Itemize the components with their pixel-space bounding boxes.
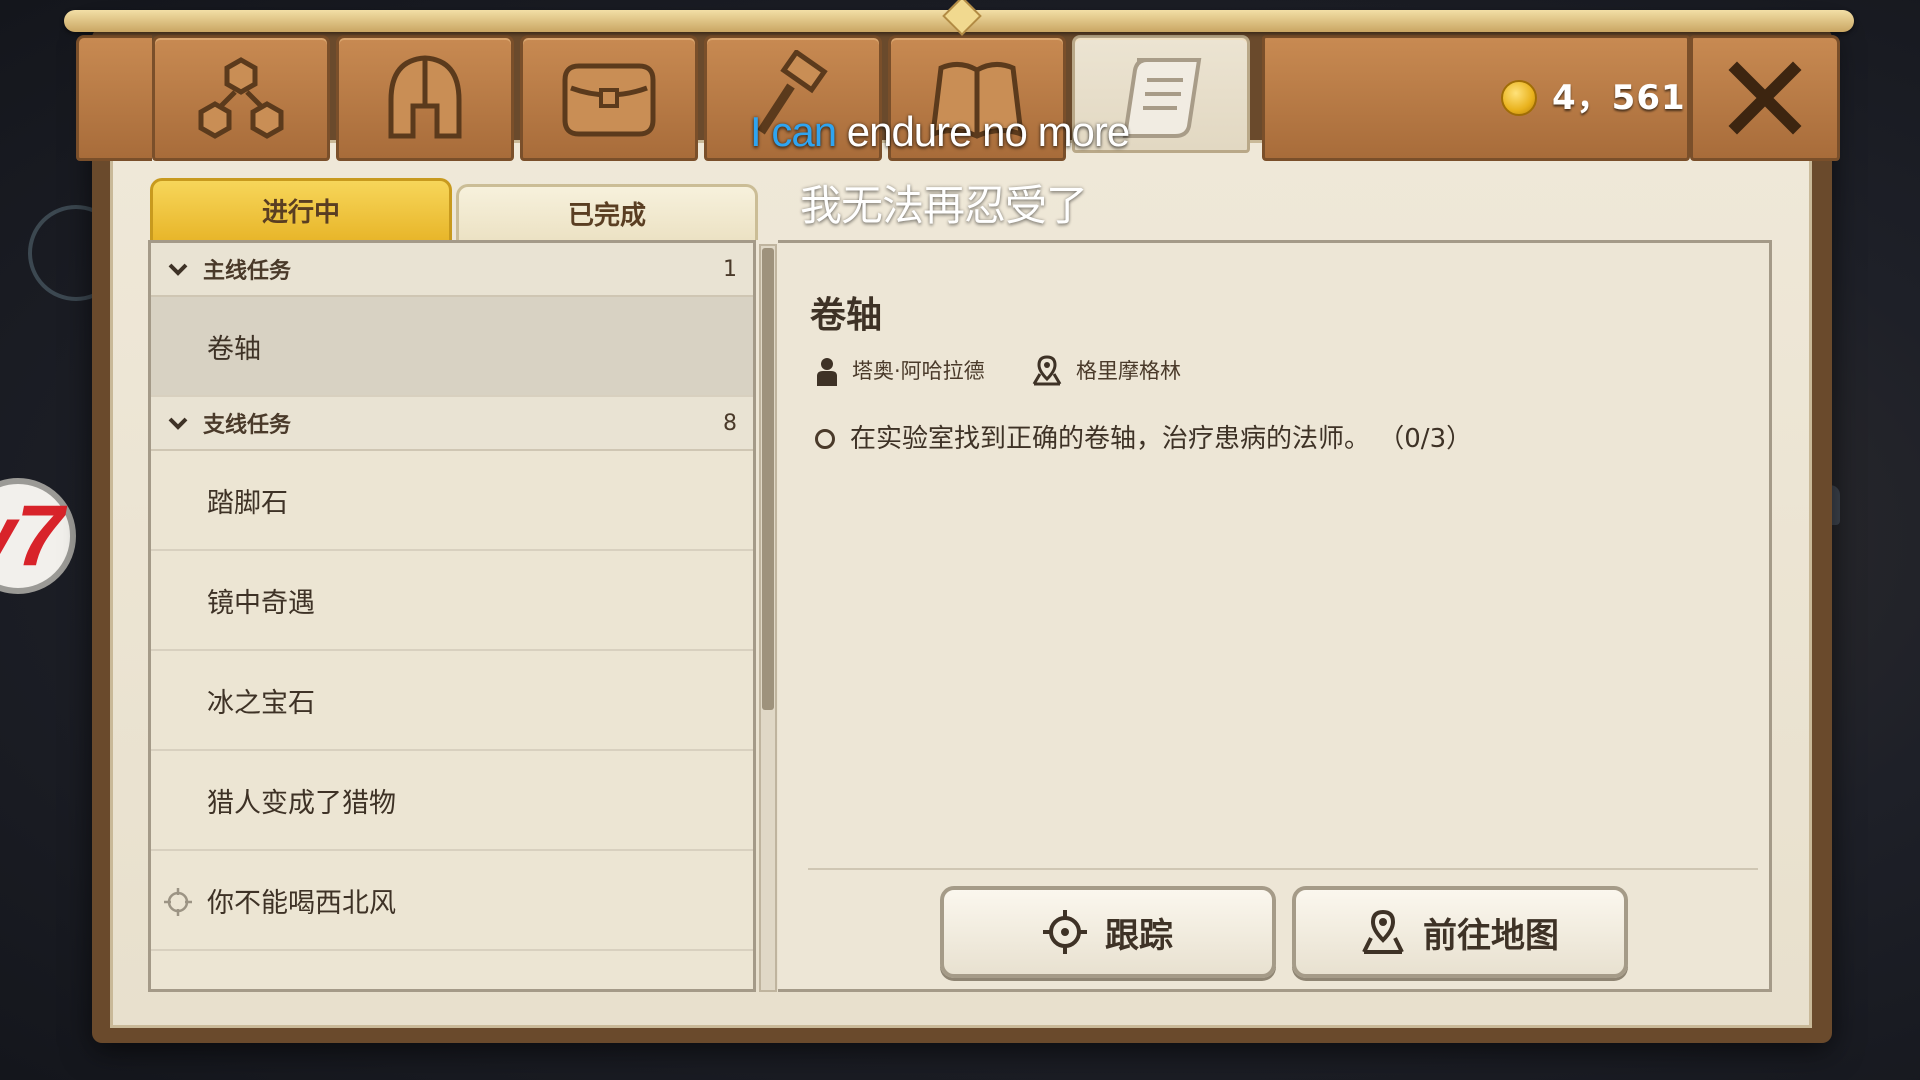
gold-coin-icon [1501, 80, 1537, 116]
quest-item[interactable]: 踏脚石 [151, 451, 753, 551]
tab-bar-left-cap [76, 35, 152, 161]
chevron-down-icon [167, 258, 189, 280]
quest-item[interactable]: 你不能喝西北风 [151, 851, 753, 951]
quest-list: 主线任务 1 卷轴 支线任务 8 踏脚石 镜中奇遇 冰之宝石 猎人变成了猎物 你… [148, 240, 756, 992]
quest-item-label: 踏脚石 [207, 487, 288, 519]
tab-in-progress[interactable]: 进行中 [150, 178, 452, 240]
quest-item-label: 你不能喝西北风 [207, 887, 396, 919]
track-button-label: 跟踪 [1105, 915, 1173, 956]
subtitle-english: I can endure no more [750, 108, 1131, 156]
track-target-icon [164, 888, 192, 916]
npc-person-icon [817, 358, 837, 386]
tab-inventory[interactable] [520, 35, 698, 161]
objective-status-icon [815, 429, 835, 449]
group-count: 1 [723, 256, 737, 282]
go-to-map-label: 前往地图 [1423, 915, 1559, 956]
group-title: 支线任务 [203, 413, 292, 438]
quest-item[interactable]: 冰之宝石 [151, 651, 753, 751]
tab-skills[interactable] [152, 35, 330, 161]
quest-location: 格里摩格林 [1076, 359, 1181, 383]
skill-tree-icon [198, 57, 284, 139]
location-pin-icon [1032, 355, 1062, 386]
quest-giver: 塔奥·阿哈拉德 [852, 359, 985, 383]
close-button[interactable] [1690, 35, 1840, 161]
chevron-down-icon [167, 412, 189, 434]
quest-detail-panel [778, 240, 1772, 992]
close-icon [1728, 61, 1802, 135]
quest-item[interactable]: 镜中奇遇 [151, 551, 753, 651]
group-title: 主线任务 [203, 259, 292, 284]
tab-completed[interactable]: 已完成 [456, 184, 758, 240]
go-to-map-button[interactable]: 前往地图 [1292, 886, 1628, 978]
tab-equipment[interactable] [336, 35, 514, 161]
quest-item-label: 猎人变成了猎物 [207, 787, 396, 819]
subtitle-highlight: I can [750, 108, 837, 155]
quest-title: 卷轴 [810, 295, 883, 336]
quest-item[interactable]: 猎人变成了猎物 [151, 751, 753, 851]
helmet-icon [388, 55, 462, 139]
group-count: 8 [723, 410, 737, 436]
chest-icon [562, 63, 656, 137]
group-header-main[interactable]: 主线任务 1 [151, 243, 753, 297]
quest-item-label: 冰之宝石 [207, 687, 315, 719]
map-pin-icon [1362, 909, 1404, 954]
group-header-side[interactable]: 支线任务 8 [151, 397, 753, 451]
quest-item-label: 卷轴 [207, 333, 261, 365]
gold-amount: 4，561 [1552, 78, 1686, 118]
subtitle-rest: endure no more [836, 108, 1131, 155]
crosshair-icon [1043, 910, 1087, 954]
subtitle-chinese: 我无法再忍受了 [800, 181, 1088, 230]
quest-item-label: 镜中奇遇 [207, 587, 315, 619]
quest-item[interactable]: 卷轴 [151, 297, 753, 397]
track-button[interactable]: 跟踪 [940, 886, 1276, 978]
scrollbar-thumb[interactable] [762, 248, 774, 710]
detail-divider [808, 868, 1758, 870]
quest-objective: 在实验室找到正确的卷轴，治疗患病的法师。 （0/3） [850, 424, 1473, 454]
